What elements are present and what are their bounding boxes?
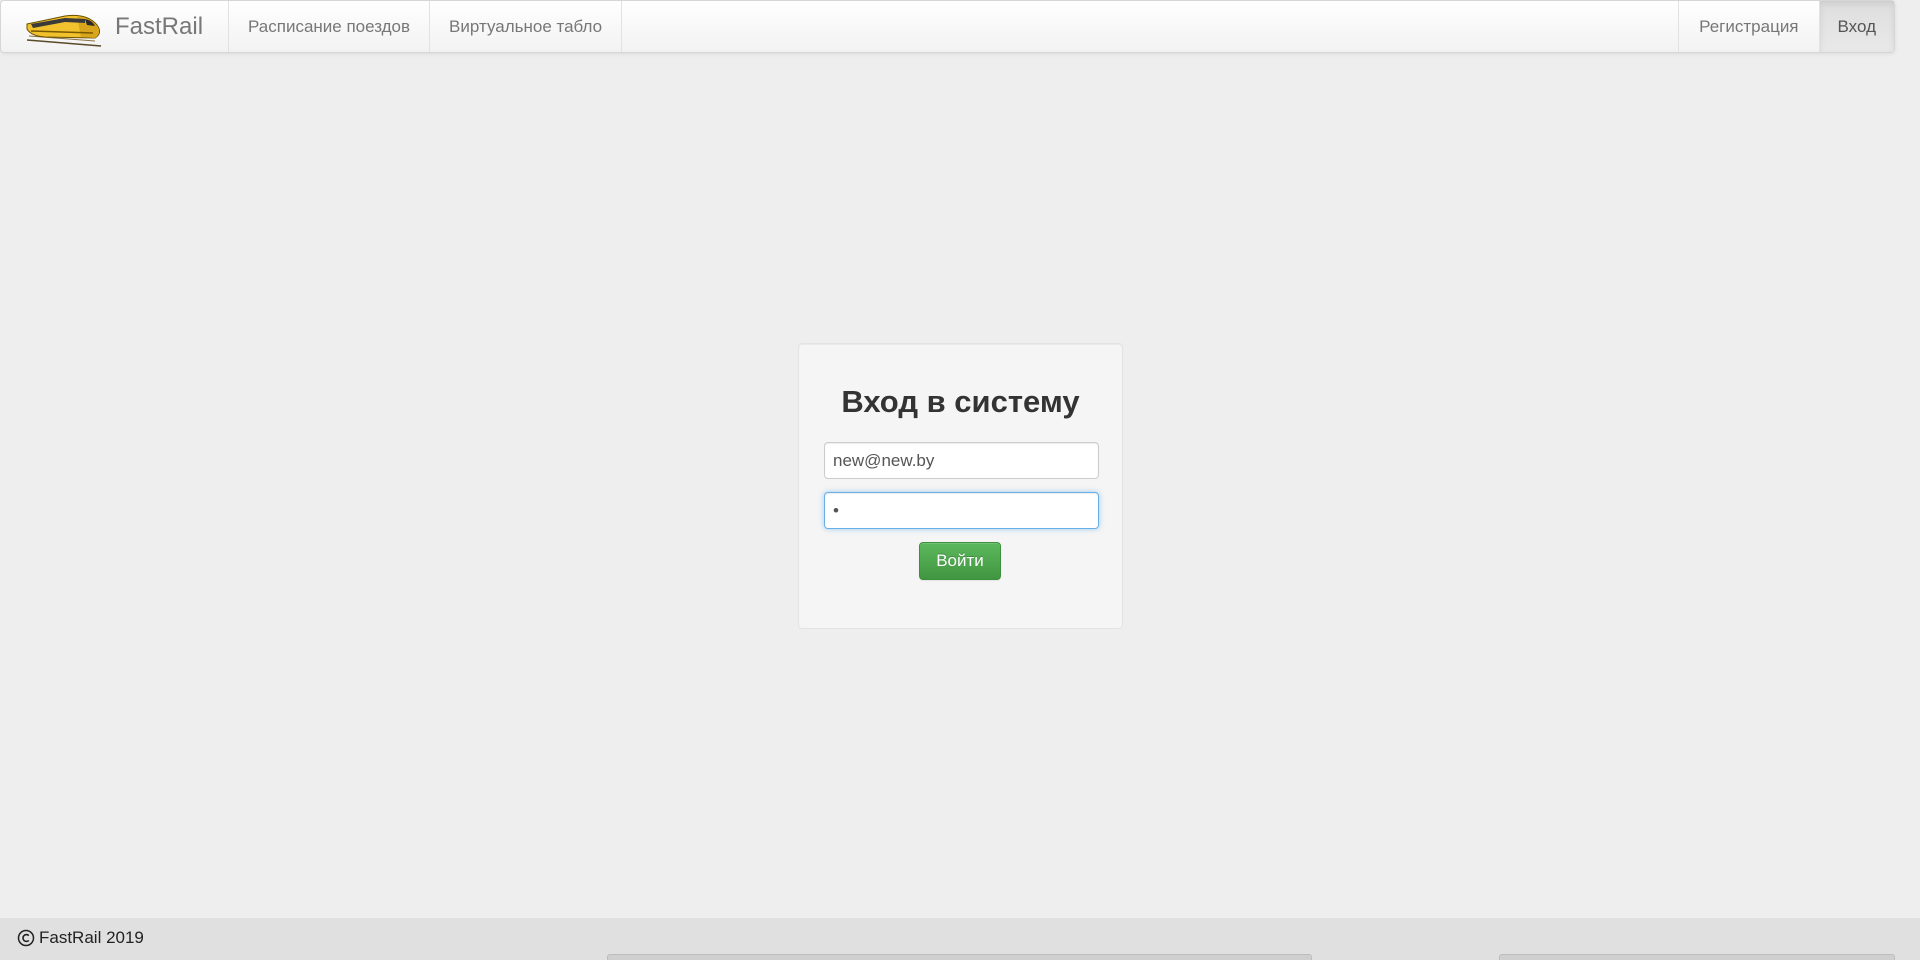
brand-link[interactable]: FastRail — [1, 1, 230, 52]
main-nav: Расписание поездов Виртуальное табло — [229, 1, 1678, 52]
nav-link-login[interactable]: Вход — [1818, 1, 1894, 52]
footer-text: FastRail 2019 — [39, 928, 144, 947]
top-navbar: FastRail Расписание поездов Виртуальное … — [0, 0, 1895, 53]
footer-scrollbar-right[interactable] — [1499, 954, 1895, 960]
nav-link-train-schedule[interactable]: Расписание поездов — [229, 1, 431, 52]
login-panel: Вход в систему Войти — [798, 343, 1123, 629]
nav-link-virtual-board[interactable]: Виртуальное табло — [430, 1, 623, 52]
page-footer: FastRail 2019 — [0, 918, 1920, 960]
train-icon — [26, 14, 102, 47]
copyright-icon — [17, 929, 35, 947]
brand-name: FastRail — [115, 12, 204, 40]
nav-link-register[interactable]: Регистрация — [1678, 1, 1818, 52]
login-button[interactable]: Войти — [919, 542, 1001, 580]
footer-copyright: FastRail 2019 — [17, 928, 144, 948]
email-field[interactable] — [824, 442, 1099, 479]
login-title: Вход в систему — [841, 384, 1080, 419]
password-field[interactable] — [824, 492, 1099, 529]
account-nav: Регистрация Вход — [1678, 1, 1894, 52]
footer-scrollbar-left[interactable] — [607, 954, 1312, 960]
